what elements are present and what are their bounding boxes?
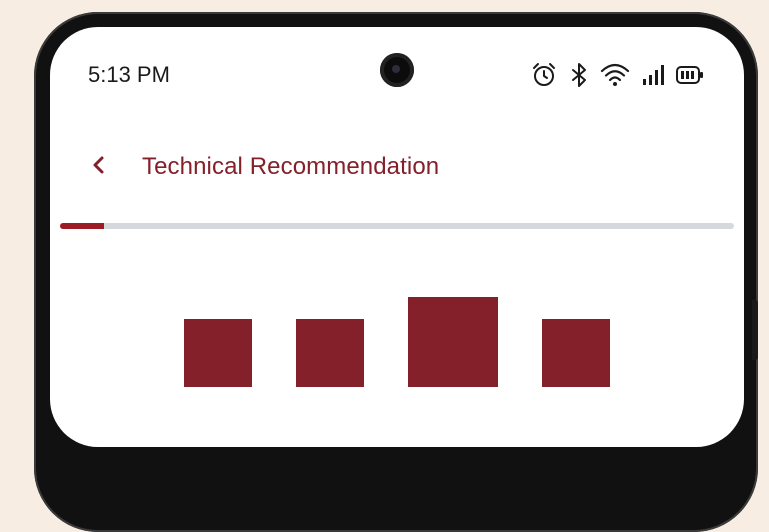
signal-icon — [642, 63, 664, 87]
status-bar: 5:13 PM — [50, 27, 744, 117]
back-button[interactable] — [84, 152, 114, 182]
phone-side-button — [752, 300, 758, 360]
chevron-left-icon — [91, 155, 107, 179]
front-camera — [380, 53, 414, 87]
progress-bar-fill — [60, 223, 104, 229]
battery-icon — [676, 65, 704, 85]
phone-screen: 5:13 PM Technical Recommendation — [50, 27, 744, 447]
status-time: 5:13 PM — [88, 62, 170, 87]
status-icons — [530, 61, 704, 89]
bluetooth-icon — [570, 61, 588, 89]
loader-block — [296, 319, 364, 387]
loader-block — [542, 319, 610, 387]
page-title: Technical Recommendation — [142, 153, 440, 180]
wifi-icon — [600, 62, 630, 88]
progress-bar — [60, 223, 734, 229]
loader-block — [184, 319, 252, 387]
alarm-icon — [530, 61, 558, 89]
app-bar: Technical Recommendation — [50, 137, 744, 197]
loading-indicator — [50, 297, 744, 389]
loader-block — [408, 297, 498, 387]
